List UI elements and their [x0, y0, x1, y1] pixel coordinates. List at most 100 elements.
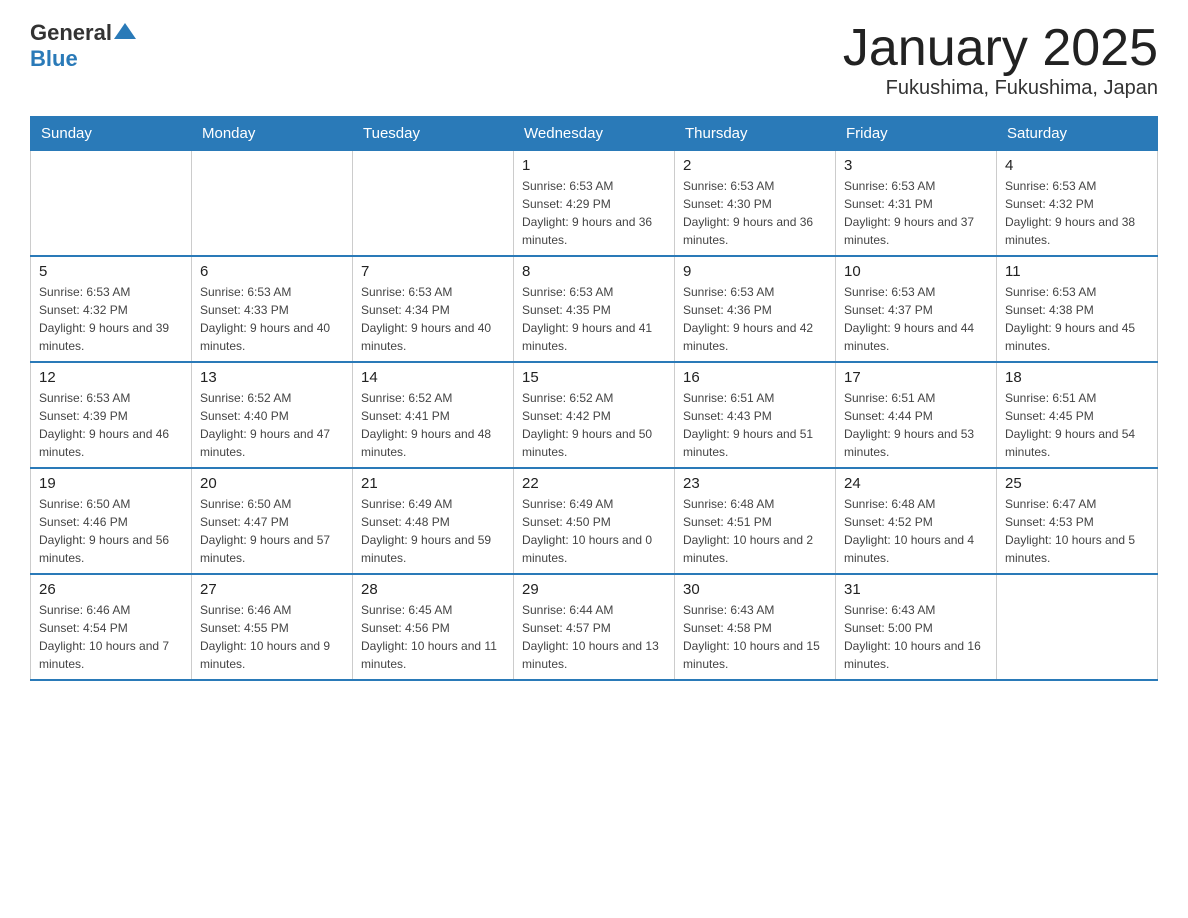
calendar-week-row: 19Sunrise: 6:50 AMSunset: 4:46 PMDayligh…: [31, 468, 1158, 574]
day-number: 4: [1005, 157, 1149, 174]
day-number: 15: [522, 369, 666, 386]
table-row: 28Sunrise: 6:45 AMSunset: 4:56 PMDayligh…: [353, 574, 514, 680]
calendar-week-row: 5 Sunrise: 6:53 AMSunset: 4:32 PMDaylight…: [31, 256, 1158, 362]
day-number: 31: [844, 581, 988, 598]
table-row: 9 Sunrise: 6:53 AMSunset: 4:36 PMDaylight…: [675, 256, 836, 362]
table-row: [31, 151, 192, 257]
col-friday: Friday: [836, 117, 997, 151]
day-number: 17: [844, 369, 988, 386]
table-row: 6 Sunrise: 6:53 AMSunset: 4:33 PMDaylight…: [192, 256, 353, 362]
table-row: 17Sunrise: 6:51 AMSunset: 4:44 PMDayligh…: [836, 362, 997, 468]
table-row: 15Sunrise: 6:52 AMSunset: 4:42 PMDayligh…: [514, 362, 675, 468]
day-info: Sunrise: 6:53 AMSunset: 4:32 PMDaylight:…: [1005, 177, 1149, 249]
day-info: Sunrise: 6:53 AMSunset: 4:38 PMDaylight:…: [1005, 283, 1149, 355]
table-row: 23 Sunrise: 6:48 AMSunset: 4:51 PMDayligh…: [675, 468, 836, 574]
table-row: [353, 151, 514, 257]
table-row: 1 Sunrise: 6:53 AMSunset: 4:29 PMDaylight…: [514, 151, 675, 257]
logo: General Blue: [30, 20, 136, 72]
day-number: 23: [683, 475, 827, 492]
page-title: January 2025: [843, 20, 1158, 77]
day-number: 10: [844, 263, 988, 280]
table-row: 26 Sunrise: 6:46 AMSunset: 4:54 PMDayligh…: [31, 574, 192, 680]
logo-row2: Blue: [30, 46, 136, 72]
day-info: Sunrise: 6:52 AMSunset: 4:40 PMDaylight:…: [200, 389, 344, 461]
calendar-week-row: 26 Sunrise: 6:46 AMSunset: 4:54 PMDayligh…: [31, 574, 1158, 680]
day-number: 21: [361, 475, 505, 492]
table-row: 20Sunrise: 6:50 AMSunset: 4:47 PMDayligh…: [192, 468, 353, 574]
day-info: Sunrise: 6:53 AMSunset: 4:30 PMDaylight:…: [683, 177, 827, 249]
table-row: [192, 151, 353, 257]
day-number: 11: [1005, 263, 1149, 280]
table-row: 31 Sunrise: 6:43 AMSunset: 5:00 PMDayligh…: [836, 574, 997, 680]
day-number: 16: [683, 369, 827, 386]
table-row: 14 Sunrise: 6:52 AMSunset: 4:41 PMDayligh…: [353, 362, 514, 468]
day-number: 1: [522, 157, 666, 174]
table-row: 19Sunrise: 6:50 AMSunset: 4:46 PMDayligh…: [31, 468, 192, 574]
day-info: Sunrise: 6:43 AMSunset: 4:58 PMDaylight:…: [683, 601, 827, 673]
day-number: 6: [200, 263, 344, 280]
day-number: 18: [1005, 369, 1149, 386]
day-info: Sunrise: 6:43 AMSunset: 5:00 PMDaylight:…: [844, 601, 988, 673]
table-row: 7Sunrise: 6:53 AMSunset: 4:34 PMDaylight…: [353, 256, 514, 362]
table-row: 13 Sunrise: 6:52 AMSunset: 4:40 PMDayligh…: [192, 362, 353, 468]
day-info: Sunrise: 6:53 AMSunset: 4:37 PMDaylight:…: [844, 283, 988, 355]
table-row: 30Sunrise: 6:43 AMSunset: 4:58 PMDayligh…: [675, 574, 836, 680]
day-number: 7: [361, 263, 505, 280]
day-number: 5: [39, 263, 183, 280]
day-info: Sunrise: 6:53 AMSunset: 4:39 PMDaylight:…: [39, 389, 183, 461]
col-saturday: Saturday: [997, 117, 1158, 151]
table-row: 18 Sunrise: 6:51 AMSunset: 4:45 PMDayligh…: [997, 362, 1158, 468]
day-info: Sunrise: 6:52 AMSunset: 4:41 PMDaylight:…: [361, 389, 505, 461]
col-sunday: Sunday: [31, 117, 192, 151]
col-thursday: Thursday: [675, 117, 836, 151]
day-number: 25: [1005, 475, 1149, 492]
day-info: Sunrise: 6:53 AMSunset: 4:35 PMDaylight:…: [522, 283, 666, 355]
day-info: Sunrise: 6:49 AMSunset: 4:50 PMDaylight:…: [522, 495, 666, 567]
col-wednesday: Wednesday: [514, 117, 675, 151]
day-info: Sunrise: 6:53 AMSunset: 4:31 PMDaylight:…: [844, 177, 988, 249]
day-number: 13: [200, 369, 344, 386]
day-info: Sunrise: 6:50 AMSunset: 4:46 PMDaylight:…: [39, 495, 183, 567]
day-info: Sunrise: 6:50 AMSunset: 4:47 PMDaylight:…: [200, 495, 344, 567]
page-header: General Blue January 2025 Fukushima, Fuk…: [30, 20, 1158, 100]
day-info: Sunrise: 6:49 AMSunset: 4:48 PMDaylight:…: [361, 495, 505, 567]
day-info: Sunrise: 6:51 AMSunset: 4:45 PMDaylight:…: [1005, 389, 1149, 461]
table-row: 22 Sunrise: 6:49 AMSunset: 4:50 PMDayligh…: [514, 468, 675, 574]
page-subtitle: Fukushima, Fukushima, Japan: [843, 77, 1158, 100]
calendar-table: Sunday Monday Tuesday Wednesday Thursday…: [30, 116, 1158, 681]
table-row: 25 Sunrise: 6:47 AMSunset: 4:53 PMDayligh…: [997, 468, 1158, 574]
day-number: 14: [361, 369, 505, 386]
calendar-week-row: 1 Sunrise: 6:53 AMSunset: 4:29 PMDaylight…: [31, 151, 1158, 257]
table-row: 2Sunrise: 6:53 AMSunset: 4:30 PMDaylight…: [675, 151, 836, 257]
calendar-header-row: Sunday Monday Tuesday Wednesday Thursday…: [31, 117, 1158, 151]
day-number: 12: [39, 369, 183, 386]
table-row: 3 Sunrise: 6:53 AMSunset: 4:31 PMDaylight…: [836, 151, 997, 257]
table-row: 12 Sunrise: 6:53 AMSunset: 4:39 PMDayligh…: [31, 362, 192, 468]
day-info: Sunrise: 6:48 AMSunset: 4:51 PMDaylight:…: [683, 495, 827, 567]
table-row: [997, 574, 1158, 680]
day-number: 9: [683, 263, 827, 280]
day-info: Sunrise: 6:53 AMSunset: 4:36 PMDaylight:…: [683, 283, 827, 355]
day-info: Sunrise: 6:47 AMSunset: 4:53 PMDaylight:…: [1005, 495, 1149, 567]
day-number: 27: [200, 581, 344, 598]
table-row: 24Sunrise: 6:48 AMSunset: 4:52 PMDayligh…: [836, 468, 997, 574]
day-number: 28: [361, 581, 505, 598]
logo-general-text: General: [30, 20, 112, 46]
day-number: 3: [844, 157, 988, 174]
table-row: 5 Sunrise: 6:53 AMSunset: 4:32 PMDaylight…: [31, 256, 192, 362]
day-number: 22: [522, 475, 666, 492]
day-info: Sunrise: 6:53 AMSunset: 4:29 PMDaylight:…: [522, 177, 666, 249]
logo-triangle-icon: [114, 21, 136, 41]
day-number: 26: [39, 581, 183, 598]
logo-blue-text: Blue: [30, 46, 78, 72]
table-row: 8 Sunrise: 6:53 AMSunset: 4:35 PMDaylight…: [514, 256, 675, 362]
calendar-week-row: 12 Sunrise: 6:53 AMSunset: 4:39 PMDayligh…: [31, 362, 1158, 468]
day-info: Sunrise: 6:46 AMSunset: 4:54 PMDaylight:…: [39, 601, 183, 673]
day-info: Sunrise: 6:53 AMSunset: 4:32 PMDaylight:…: [39, 283, 183, 355]
day-info: Sunrise: 6:53 AMSunset: 4:33 PMDaylight:…: [200, 283, 344, 355]
table-row: 29Sunrise: 6:44 AMSunset: 4:57 PMDayligh…: [514, 574, 675, 680]
day-info: Sunrise: 6:46 AMSunset: 4:55 PMDaylight:…: [200, 601, 344, 673]
day-number: 8: [522, 263, 666, 280]
day-info: Sunrise: 6:48 AMSunset: 4:52 PMDaylight:…: [844, 495, 988, 567]
day-info: Sunrise: 6:44 AMSunset: 4:57 PMDaylight:…: [522, 601, 666, 673]
